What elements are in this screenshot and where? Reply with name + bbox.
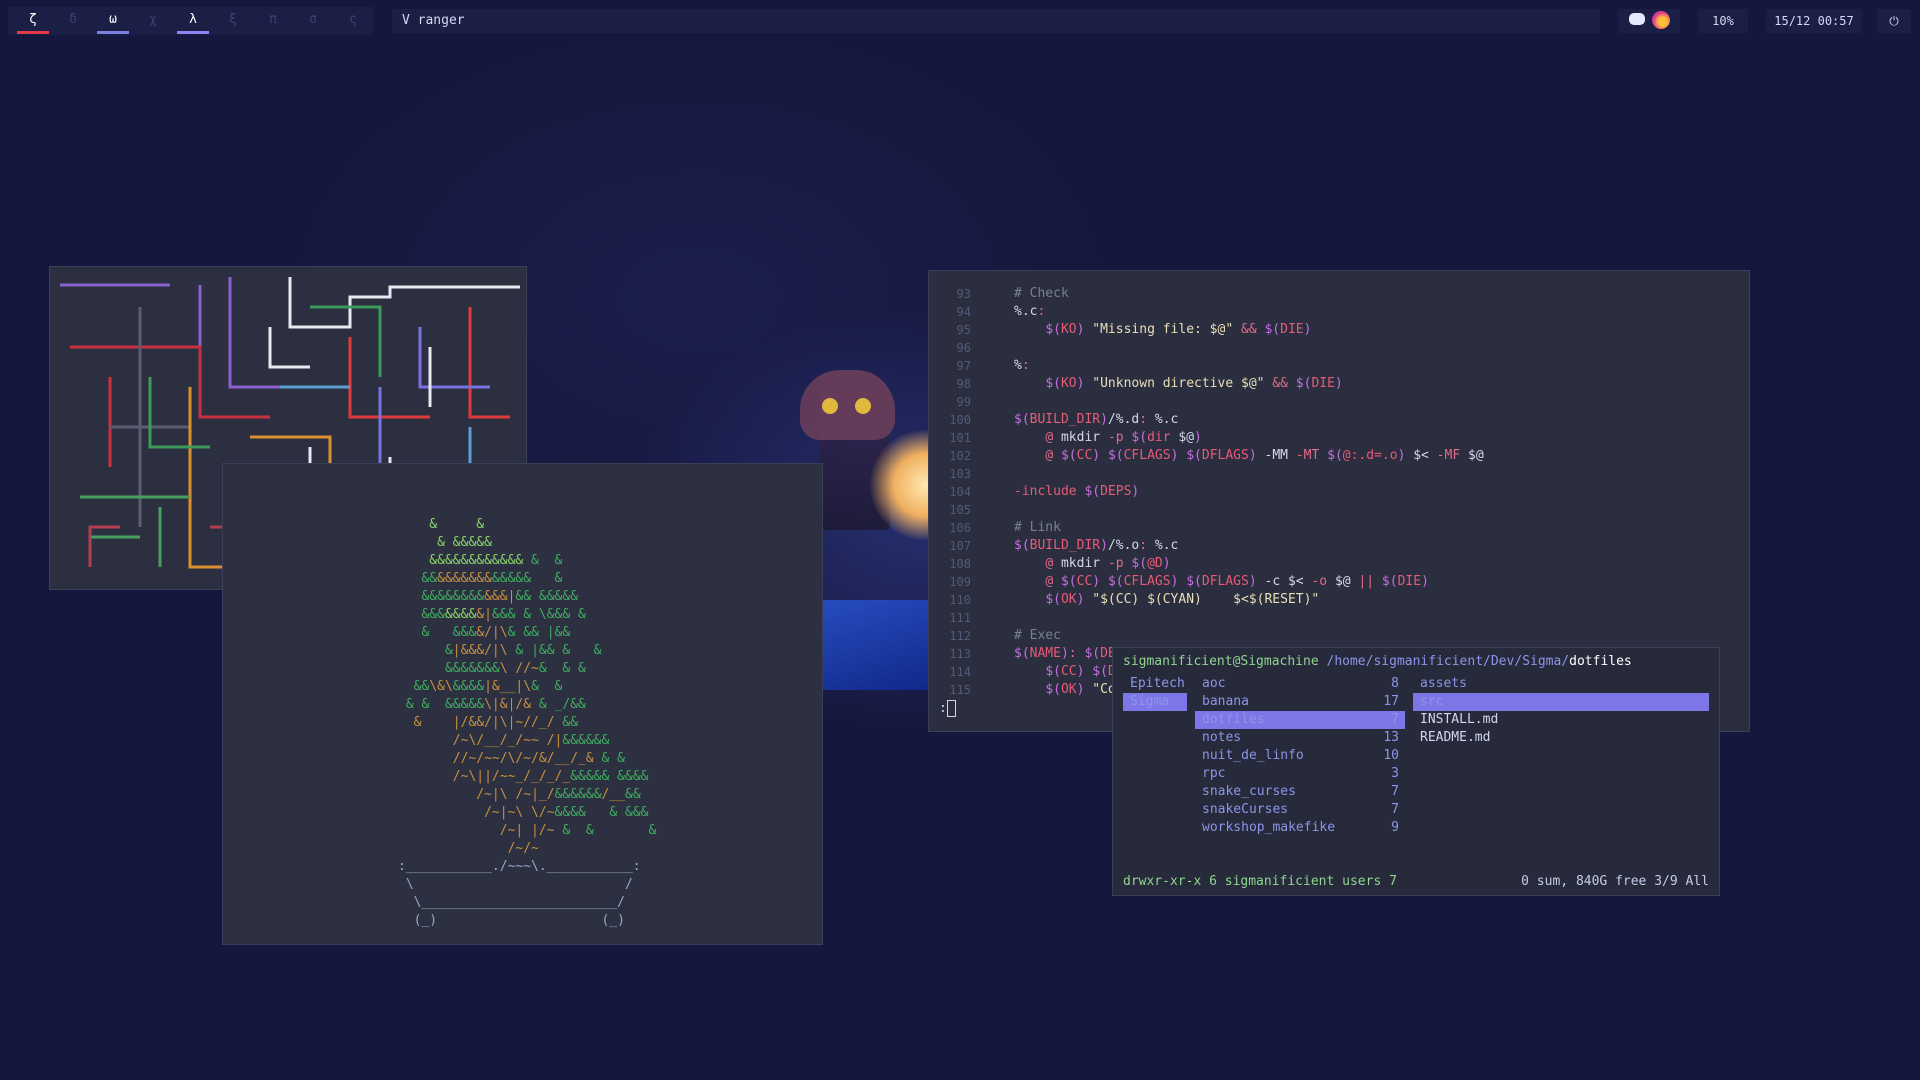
line-number: 95 — [956, 323, 971, 337]
firefox-icon[interactable] — [1652, 11, 1670, 29]
directory-item[interactable]: dotfiles 7 — [1195, 711, 1405, 729]
workspace-5[interactable]: λ — [173, 7, 213, 35]
bonsai-terminal-window[interactable]: & & & &&&&& &&&&&&&&&&&& & & &&&&&&&&&&&… — [222, 463, 823, 945]
workspace-indicator — [17, 31, 49, 34]
power-icon[interactable]: ⏻ — [1877, 9, 1911, 33]
volume-indicator[interactable]: 10% — [1698, 9, 1748, 33]
makefile-code: # Check %.c: $(KO) "Missing file: $@" &&… — [1014, 286, 1484, 697]
command-prompt[interactable]: : — [939, 700, 956, 717]
workspace-7[interactable]: π — [253, 7, 293, 35]
dir-name: notes — [1202, 730, 1242, 745]
dir-count: 3 — [1391, 766, 1399, 781]
parent-column: Epitech Sigma — [1123, 675, 1187, 711]
line-number: 113 — [949, 647, 971, 661]
dir-count: 9 — [1391, 820, 1399, 835]
line-number: 100 — [949, 413, 971, 427]
directory-item[interactable]: snake_curses 7 — [1195, 783, 1405, 801]
window-title: V ranger — [392, 9, 1600, 33]
parent-dir-item[interactable]: Sigma — [1123, 693, 1187, 711]
line-number: 104 — [949, 485, 971, 499]
workspace-indicator — [177, 31, 209, 34]
wallpaper-water — [820, 600, 940, 690]
line-number: 108 — [949, 557, 971, 571]
dir-name: snakeCurses — [1202, 802, 1289, 817]
ranger-path-header: sigmanificient@Sigmachine /home/sigmanif… — [1123, 654, 1632, 669]
line-number: 109 — [949, 575, 971, 589]
user-host: sigmanificient@Sigmachine — [1123, 654, 1319, 669]
current-directory: dotfiles — [1569, 654, 1632, 669]
workspace-8[interactable]: σ — [293, 7, 333, 35]
workspace-1[interactable]: ζ — [13, 7, 53, 35]
dir-name: rpc — [1202, 766, 1226, 781]
line-number-gutter: 93 94 95 96 97 98 99 100 101 102 103 104 105 106 107 10… — [929, 285, 971, 699]
line-number: 110 — [949, 593, 971, 607]
workspace-2[interactable]: δ — [53, 7, 93, 35]
dir-name: banana — [1202, 694, 1249, 709]
dir-count: 8 — [1391, 676, 1399, 691]
workspace-9[interactable]: ς — [333, 7, 373, 35]
ranger-file-manager[interactable]: sigmanificient@Sigmachine /home/sigmanif… — [1112, 647, 1720, 896]
discord-icon[interactable] — [1629, 13, 1645, 25]
workspace-4[interactable]: χ — [133, 7, 173, 35]
line-number: 97 — [956, 359, 971, 373]
dir-count: 7 — [1391, 802, 1399, 817]
directory-item[interactable]: nuit_de_linfo 10 — [1195, 747, 1405, 765]
line-number: 105 — [949, 503, 971, 517]
line-number: 98 — [956, 377, 971, 391]
workspace-indicator — [97, 31, 129, 34]
bonsai-art: & & & &&&&& &&&&&&&&&&&& & & &&&&&&&&&&&… — [398, 517, 657, 928]
dir-name: snake_curses — [1202, 784, 1296, 799]
directory-item[interactable]: rpc 3 — [1195, 765, 1405, 783]
preview-dir-item[interactable]: src — [1413, 693, 1709, 711]
line-number: 93 — [956, 287, 971, 301]
line-number: 103 — [949, 467, 971, 481]
preview-dir-item[interactable]: assets — [1413, 675, 1709, 693]
dir-count: 7 — [1391, 784, 1399, 799]
permissions-status: drwxr-xr-x 6 sigmanificient users 7 — [1123, 874, 1397, 889]
disk-status: 0 sum, 840G free 3/9 All — [1521, 874, 1709, 889]
preview-column: assets src INSTALL.md README.md — [1413, 675, 1709, 747]
directory-item[interactable]: banana 17 — [1195, 693, 1405, 711]
dir-count: 17 — [1383, 694, 1399, 709]
dir-name: workshop_makefike — [1202, 820, 1336, 835]
wallpaper-character-head — [800, 370, 895, 440]
line-number: 94 — [956, 305, 971, 319]
line-number: 107 — [949, 539, 971, 553]
dir-name: dotfiles — [1202, 712, 1265, 727]
directory-item[interactable]: notes 13 — [1195, 729, 1405, 747]
line-number: 112 — [949, 629, 971, 643]
line-number: 99 — [956, 395, 971, 409]
text-cursor — [946, 700, 956, 717]
line-number: 106 — [949, 521, 971, 535]
line-number: 96 — [956, 341, 971, 355]
ranger-statusbar: drwxr-xr-x 6 sigmanificient users 7 0 su… — [1123, 874, 1709, 889]
line-number: 111 — [949, 611, 971, 625]
line-number: 102 — [949, 449, 971, 463]
directory-item[interactable]: workshop_makefike 9 — [1195, 819, 1405, 837]
line-number: 101 — [949, 431, 971, 445]
line-number: 115 — [949, 683, 971, 697]
line-number: 114 — [949, 665, 971, 679]
workspace-6[interactable]: ξ — [213, 7, 253, 35]
path-prefix: /home/sigmanificient/Dev/Sigma/ — [1326, 654, 1570, 669]
preview-file-item[interactable]: INSTALL.md — [1413, 711, 1709, 729]
directory-item[interactable]: snakeCurses 7 — [1195, 801, 1405, 819]
top-bar: ζδωχλξπσς V ranger 10% 15/12 00:57 ⏻ — [0, 0, 1920, 38]
character-eye — [855, 398, 871, 414]
dir-count: 7 — [1391, 712, 1399, 727]
character-eye — [822, 398, 838, 414]
directory-item[interactable]: aoc 8 — [1195, 675, 1405, 693]
current-column: aoc 8 banana 17 dotfiles 7 notes 13 nuit_de_linf… — [1195, 675, 1405, 837]
dir-count: 10 — [1383, 748, 1399, 763]
dir-count: 13 — [1383, 730, 1399, 745]
clock: 15/12 00:57 — [1766, 9, 1862, 33]
dir-name: aoc — [1202, 676, 1226, 691]
parent-dir-item[interactable]: Epitech — [1123, 675, 1187, 693]
preview-file-item[interactable]: README.md — [1413, 729, 1709, 747]
system-tray — [1618, 9, 1680, 33]
dir-name: nuit_de_linfo — [1202, 748, 1304, 763]
workspace-3[interactable]: ω — [93, 7, 133, 35]
